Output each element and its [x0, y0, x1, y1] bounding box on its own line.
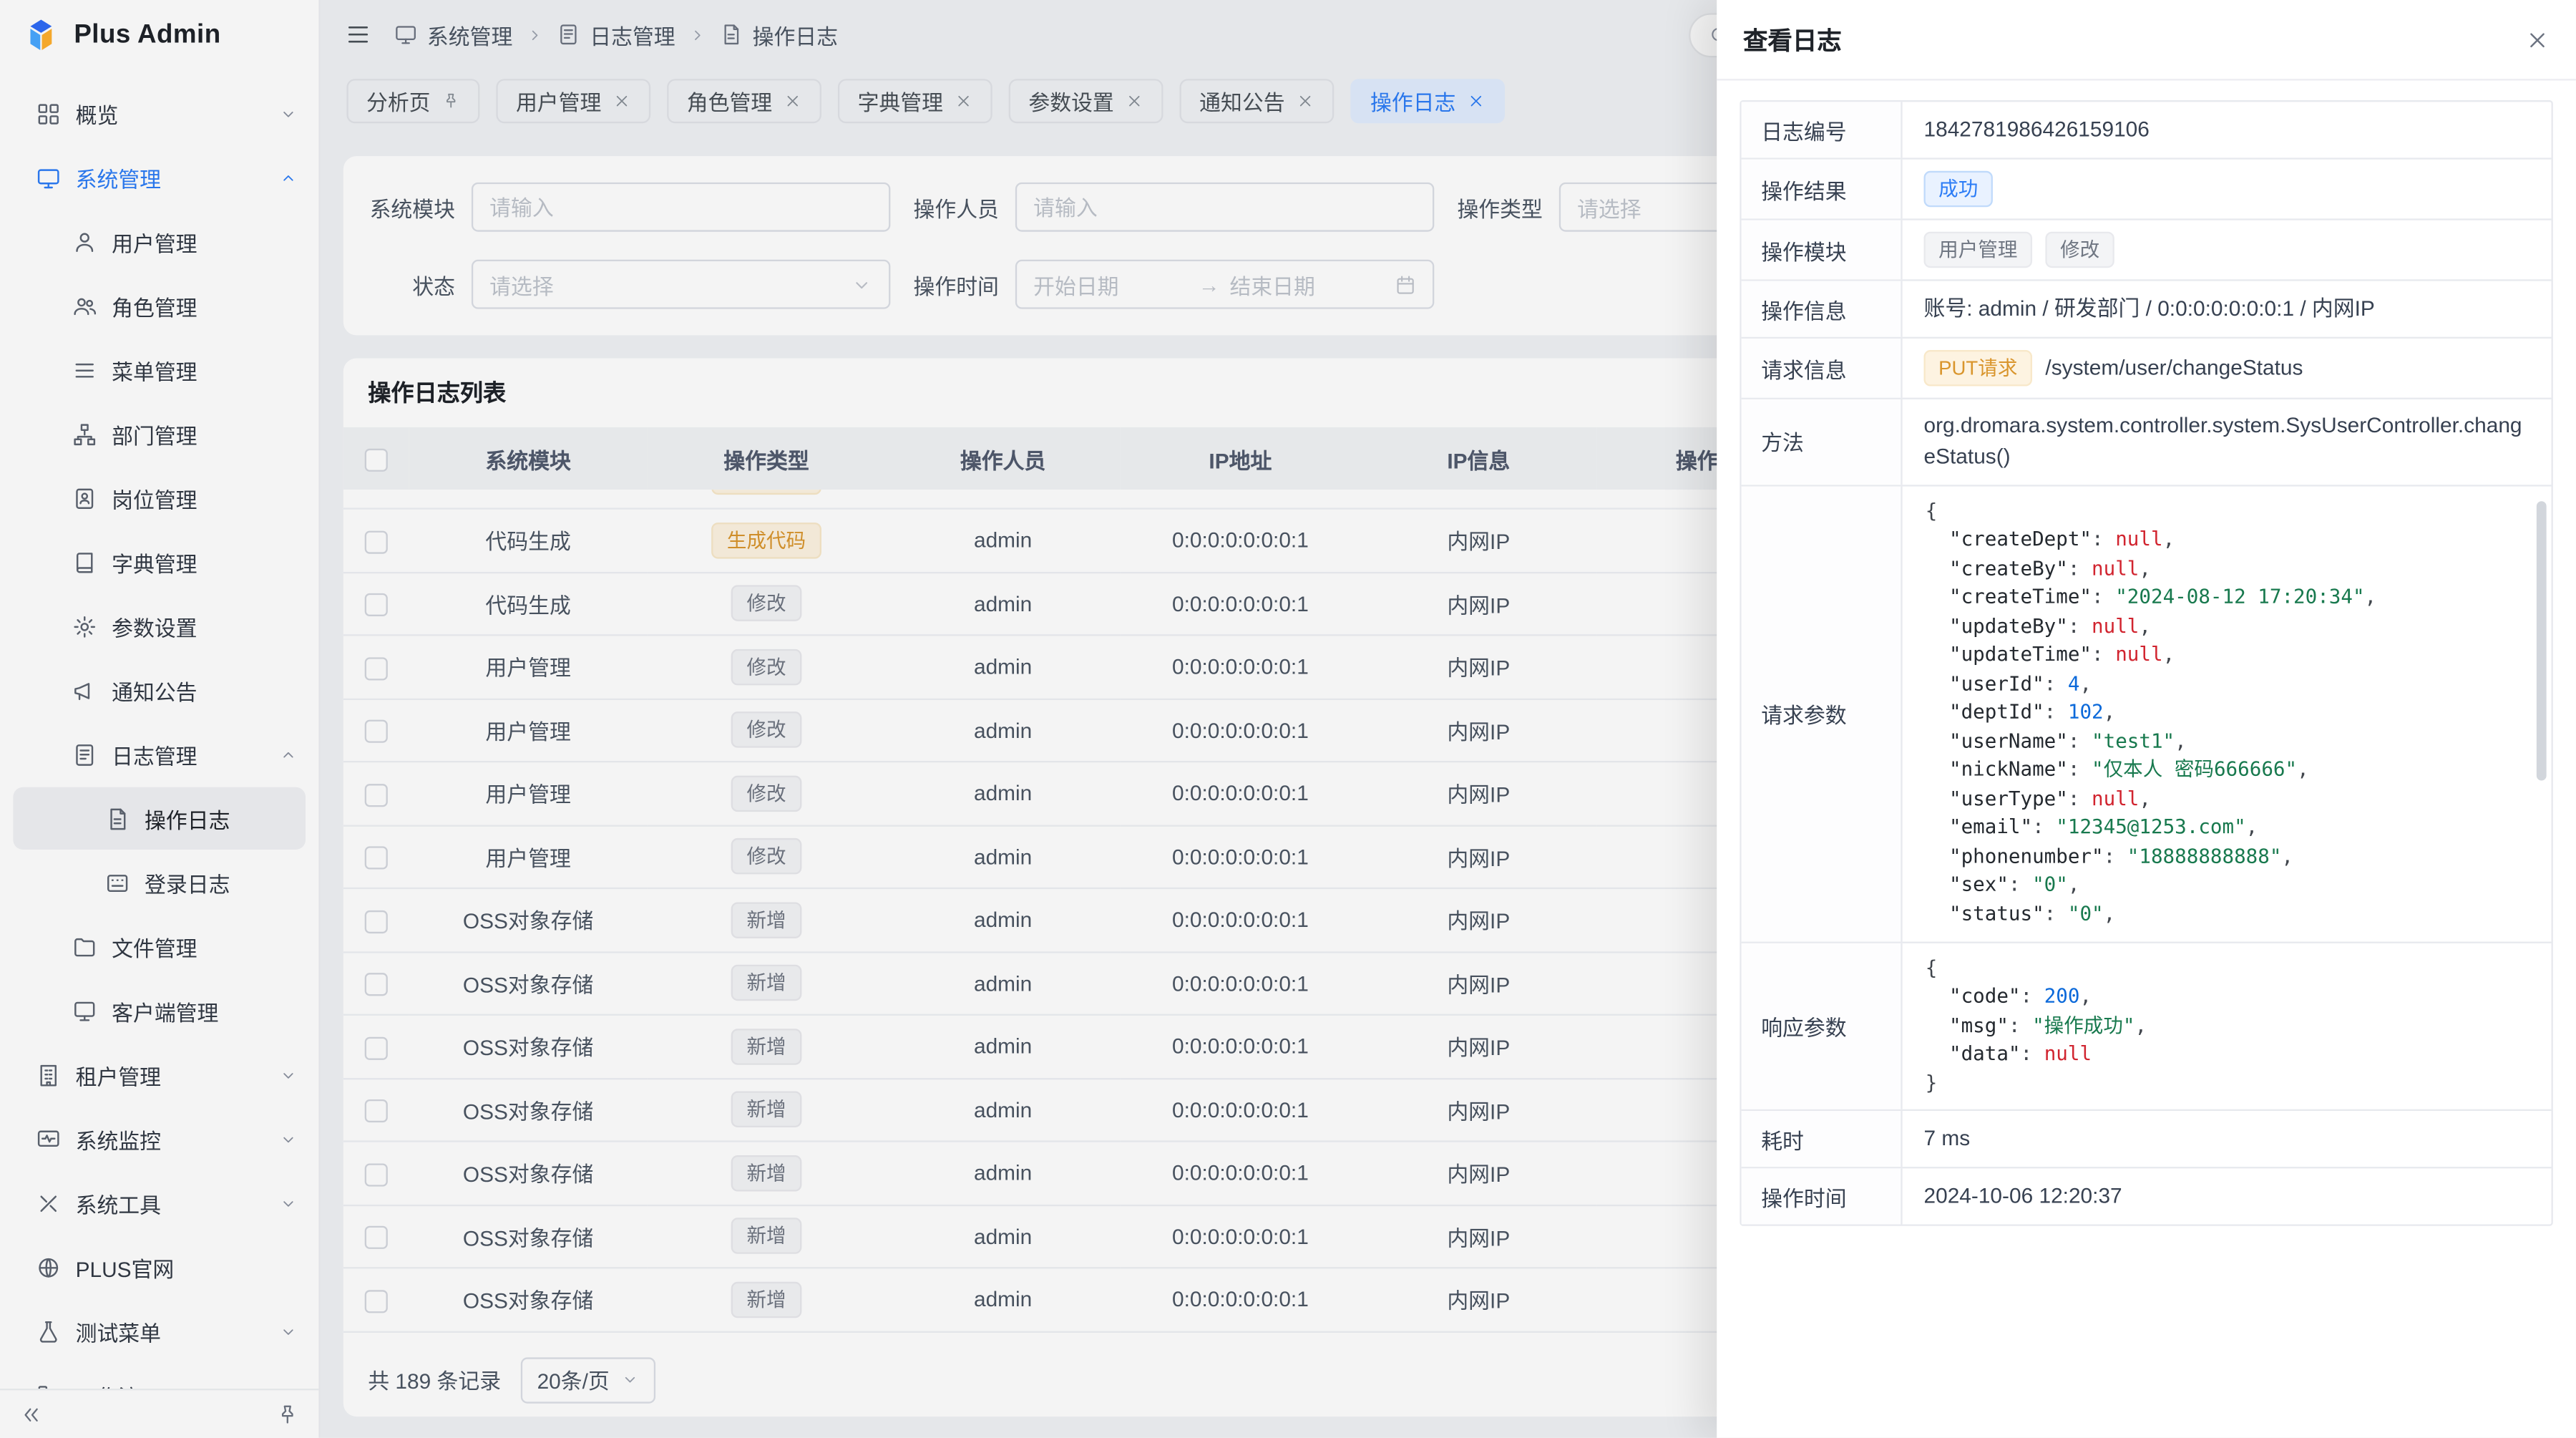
detail-label: 请求参数 — [1742, 486, 1903, 941]
request-method-badge: PUT请求 — [1923, 350, 2032, 387]
detail-value: 7 ms — [1903, 1111, 2552, 1167]
detail-row-response-params: 响应参数{ "code": 200, "msg": "操作成功", "data"… — [1742, 943, 2552, 1111]
detail-label: 耗时 — [1742, 1111, 1903, 1167]
detail-value: org.dromara.system.controller.system.Sys… — [1903, 399, 2552, 485]
detail-value: 1842781986426159106 — [1903, 102, 2552, 157]
detail-label: 请求信息 — [1742, 339, 1903, 398]
log-details: 日志编号1842781986426159106操作结果成功操作模块用户管理修改操… — [1740, 100, 2552, 1226]
detail-row-cost: 耗时7 ms — [1742, 1111, 2552, 1168]
close-drawer-icon[interactable] — [2525, 27, 2550, 52]
drawer-title: 查看日志 — [1743, 22, 1842, 57]
detail-label: 操作模块 — [1742, 220, 1903, 280]
detail-row-info: 操作信息账号: admin / 研发部门 / 0:0:0:0:0:0:0:1 /… — [1742, 281, 2552, 339]
drawer-header: 查看日志 — [1717, 0, 2576, 80]
detail-value-code: { "code": 200, "msg": "操作成功", "data": nu… — [1903, 943, 2552, 1109]
view-log-drawer: 查看日志 日志编号1842781986426159106操作结果成功操作模块用户… — [1717, 0, 2576, 1438]
detail-value: 2024-10-06 12:20:37 — [1903, 1169, 2552, 1225]
detail-row-log-id: 日志编号1842781986426159106 — [1742, 102, 2552, 159]
detail-label: 响应参数 — [1742, 943, 1903, 1109]
app-root: Plus Admin 概览系统管理用户管理角色管理菜单管理部门管理岗位管理字典管… — [0, 0, 2576, 1438]
module-tag: 用户管理 — [1923, 232, 2032, 268]
module-tag: 修改 — [2045, 232, 2114, 268]
detail-row-method: 方法org.dromara.system.controller.system.S… — [1742, 399, 2552, 486]
detail-value: 成功 — [1903, 160, 2552, 219]
detail-row-request: 请求信息PUT请求/system/user/changeStatus — [1742, 339, 2552, 399]
detail-value: 用户管理修改 — [1903, 220, 2552, 280]
detail-row-module: 操作模块用户管理修改 — [1742, 220, 2552, 281]
detail-row-op-time: 操作时间2024-10-06 12:20:37 — [1742, 1169, 2552, 1225]
detail-label: 操作结果 — [1742, 160, 1903, 219]
json-code-block: { "createDept": null, "createBy": null, … — [1903, 497, 2552, 929]
detail-label: 操作时间 — [1742, 1169, 1903, 1225]
detail-label: 方法 — [1742, 399, 1903, 485]
detail-row-result: 操作结果成功 — [1742, 160, 2552, 220]
detail-value-code: { "createDept": null, "createBy": null, … — [1903, 486, 2552, 941]
detail-row-request-params: 请求参数{ "createDept": null, "createBy": nu… — [1742, 486, 2552, 943]
code-scrollbar[interactable] — [2537, 501, 2547, 780]
json-code-block: { "code": 200, "msg": "操作成功", "data": nu… — [1903, 954, 2552, 1098]
request-url: /system/user/changeStatus — [2045, 353, 2303, 384]
drawer-body: 日志编号1842781986426159106操作结果成功操作模块用户管理修改操… — [1717, 80, 2576, 1437]
detail-value: 账号: admin / 研发部门 / 0:0:0:0:0:0:0:1 / 内网I… — [1903, 281, 2552, 337]
result-badge: 成功 — [1923, 171, 1992, 208]
detail-label: 日志编号 — [1742, 102, 1903, 157]
detail-value: PUT请求/system/user/changeStatus — [1903, 339, 2552, 398]
detail-label: 操作信息 — [1742, 281, 1903, 337]
